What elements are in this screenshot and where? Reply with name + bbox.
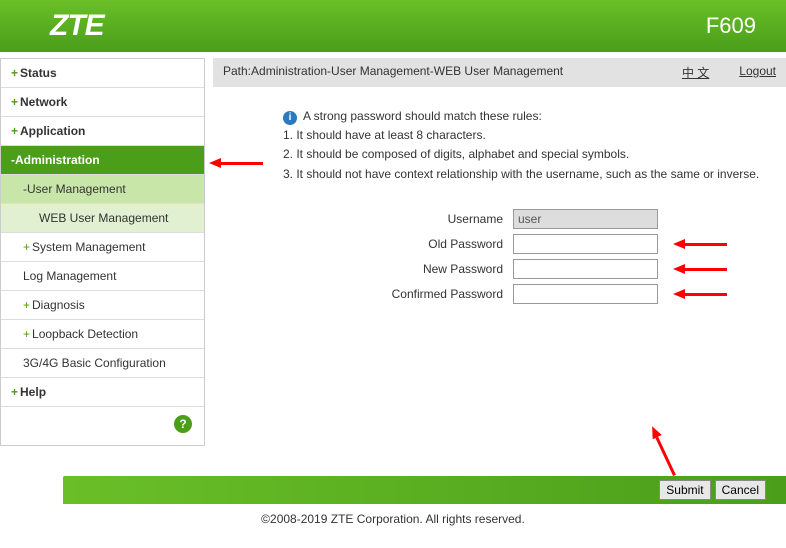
sidebar-item-user-management[interactable]: -User Management [1,175,204,204]
question-icon: ? [174,415,192,433]
sidebar-item-status[interactable]: +Status [1,59,204,88]
arrow-icon [673,258,727,279]
arrow-icon [209,152,263,173]
logout-link[interactable]: Logout [739,64,776,81]
sidebar-item-application[interactable]: +Application [1,117,204,146]
sidebar-label-3g4g: 3G/4G Basic Configuration [23,356,166,370]
content: Path:Administration-User Management-WEB … [213,58,786,446]
info-icon: i [283,111,297,125]
pathbar: Path:Administration-User Management-WEB … [213,58,786,87]
breadcrumb: Path:Administration-User Management-WEB … [223,64,563,78]
footer-bar: Submit Cancel [0,476,786,504]
new-password-label: New Password [213,262,513,276]
sidebar-label-diagnosis: Diagnosis [32,298,85,312]
sidebar-label-network: Network [20,95,67,109]
sidebar-label-status: Status [20,66,57,80]
sidebar: +Status +Network +Application -Administr… [0,58,205,446]
sidebar-label-administration: Administration [15,153,100,167]
new-password-field[interactable] [513,259,658,279]
copyright: ©2008-2019 ZTE Corporation. All rights r… [0,504,786,534]
sidebar-label-web-user-mgmt: WEB User Management [39,211,168,225]
help-badge[interactable]: ? [1,407,204,445]
sidebar-item-administration[interactable]: -Administration [1,146,204,175]
sidebar-label-log-mgmt: Log Management [23,269,116,283]
sidebar-item-web-user-management[interactable]: WEB User Management [1,204,204,233]
submit-button[interactable]: Submit [659,480,710,500]
sidebar-item-3g4g[interactable]: 3G/4G Basic Configuration [1,349,204,378]
sidebar-item-diagnosis[interactable]: +Diagnosis [1,291,204,320]
username-label: Username [213,212,513,226]
info-block: i A strong password should match these ru… [213,87,786,194]
old-password-field[interactable] [513,234,658,254]
info-rule1: 1. It should have at least 8 characters. [283,126,766,145]
sidebar-item-network[interactable]: +Network [1,88,204,117]
logo: ZTE [50,9,104,43]
sidebar-item-system-management[interactable]: +System Management [1,233,204,262]
info-rule2: 2. It should be composed of digits, alph… [283,145,766,164]
model-label: F609 [706,13,756,39]
confirm-password-field[interactable] [513,284,658,304]
arrow-icon [673,233,727,254]
sidebar-label-user-mgmt: -User Management [23,182,126,196]
info-title: A strong password should match these rul… [303,109,542,123]
sidebar-item-help[interactable]: +Help [1,378,204,407]
username-field [513,209,658,229]
header: ZTE F609 [0,0,786,52]
old-password-label: Old Password [213,237,513,251]
info-rule3: 3. It should not have context relationsh… [283,165,766,184]
sidebar-label-help: Help [20,385,46,399]
sidebar-label-application: Application [20,124,85,138]
confirm-password-label: Confirmed Password [213,287,513,301]
language-link[interactable]: 中 文 [682,64,709,81]
sidebar-item-loopback[interactable]: +Loopback Detection [1,320,204,349]
arrow-icon [673,283,727,304]
sidebar-label-system-mgmt: System Management [32,240,145,254]
form-area: Username Old Password New Password Confi… [213,194,786,329]
sidebar-item-log-management[interactable]: Log Management [1,262,204,291]
cancel-button[interactable]: Cancel [715,480,766,500]
sidebar-label-loopback: Loopback Detection [32,327,138,341]
